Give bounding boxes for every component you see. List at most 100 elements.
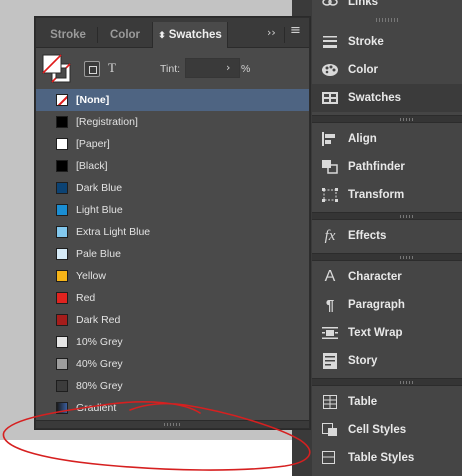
tab-reorder-icon: ⬍ bbox=[158, 30, 166, 40]
tint-input[interactable] bbox=[185, 58, 240, 78]
tab-label: Swatches bbox=[168, 29, 222, 41]
color-swatch-chip bbox=[56, 380, 68, 392]
dock-item-text-wrap[interactable]: Text Wrap bbox=[312, 319, 462, 347]
workspace-margin bbox=[0, 440, 310, 476]
swatch-name: [Registration] bbox=[76, 116, 138, 128]
swatch-name: 80% Grey bbox=[76, 380, 123, 392]
fill-stroke-icon bbox=[42, 54, 71, 83]
formatting-text-button[interactable]: T bbox=[108, 60, 116, 76]
transform-icon bbox=[312, 188, 348, 202]
swatch-row[interactable]: 80% Grey bbox=[36, 375, 309, 397]
dock-item-links[interactable]: Links bbox=[312, 0, 462, 16]
tab-color[interactable]: Color bbox=[98, 22, 152, 48]
swatch-row[interactable]: 40% Grey bbox=[36, 353, 309, 375]
panel-menu-icon[interactable]: ≡ bbox=[290, 23, 301, 38]
dock-item-label: Swatches bbox=[348, 92, 402, 104]
color-swatch-chip bbox=[56, 226, 68, 238]
dock-item-cell-styles[interactable]: Cell Styles bbox=[312, 416, 462, 444]
dock-item-label: Align bbox=[348, 133, 377, 145]
dock-item-character[interactable]: A Character bbox=[312, 263, 462, 291]
story-icon bbox=[312, 353, 348, 369]
text-wrap-icon bbox=[312, 326, 348, 340]
dock-item-pathfinder[interactable]: Pathfinder bbox=[312, 153, 462, 181]
dock-item-label: Table bbox=[348, 396, 378, 408]
tab-swatches[interactable]: ⬍ Swatches bbox=[152, 22, 228, 48]
swatch-name: Extra Light Blue bbox=[76, 226, 151, 238]
swatch-row[interactable]: [Registration] bbox=[36, 111, 309, 133]
swatch-row[interactable]: Red bbox=[36, 287, 309, 309]
dock-item-align[interactable]: Align bbox=[312, 125, 462, 153]
swatch-name: Gradient bbox=[76, 402, 117, 414]
dock-group-grip[interactable] bbox=[312, 253, 462, 261]
dock-item-stroke[interactable]: Stroke bbox=[312, 28, 462, 56]
ctrl-divider bbox=[284, 27, 285, 43]
swatch-name: 10% Grey bbox=[76, 336, 123, 348]
tint-dropdown-chevron-icon[interactable]: › bbox=[226, 61, 230, 74]
color-swatch-chip bbox=[56, 358, 68, 370]
swatch-name: [Paper] bbox=[76, 138, 110, 150]
align-icon bbox=[312, 132, 348, 146]
dock-item-swatches[interactable]: Swatches bbox=[312, 84, 462, 112]
fill-stroke-proxy[interactable] bbox=[42, 54, 72, 84]
dock-item-color[interactable]: Color bbox=[312, 56, 462, 84]
dock-item-effects[interactable]: fx Effects bbox=[312, 222, 462, 250]
dock-item-table-styles[interactable]: Table Styles bbox=[312, 444, 462, 472]
swatch-row[interactable]: Dark Blue bbox=[36, 177, 309, 199]
dock-group-grip[interactable] bbox=[312, 115, 462, 123]
swatches-toolbar: T Tint: › % bbox=[36, 49, 309, 89]
dock-item-table[interactable]: Table bbox=[312, 388, 462, 416]
links-icon bbox=[312, 0, 348, 8]
dock-item-label: Character bbox=[348, 271, 402, 283]
none-swatch-icon bbox=[56, 94, 68, 106]
dock-item-paragraph[interactable]: ¶ Paragraph bbox=[312, 291, 462, 319]
swatch-row[interactable]: 10% Grey bbox=[36, 331, 309, 353]
dock-item-label: Effects bbox=[348, 230, 387, 242]
dock-item-label: Stroke bbox=[348, 36, 384, 48]
dock-item-story[interactable]: Story bbox=[312, 347, 462, 375]
dock-item-label: Paragraph bbox=[348, 299, 405, 311]
color-swatch-chip bbox=[56, 160, 68, 172]
fx-icon: fx bbox=[324, 227, 336, 244]
dock-group-grip[interactable] bbox=[312, 212, 462, 220]
color-swatch-chip bbox=[56, 248, 68, 260]
dock-item-label: Color bbox=[348, 64, 379, 76]
tab-stroke[interactable]: Stroke bbox=[40, 22, 96, 48]
panel-tab-bar[interactable]: Stroke Color ⬍ Swatches ›› ≡ bbox=[36, 18, 309, 48]
dock-item-transform[interactable]: Transform bbox=[312, 181, 462, 209]
swatch-row[interactable]: [Black] bbox=[36, 155, 309, 177]
swatch-row[interactable]: Gradient bbox=[36, 397, 309, 419]
swatch-row[interactable]: Pale Blue bbox=[36, 243, 309, 265]
swatch-name: Red bbox=[76, 292, 96, 304]
swatch-row[interactable]: Light Blue bbox=[36, 199, 309, 221]
table-styles-icon bbox=[312, 451, 348, 465]
dock-item-label: Table Styles bbox=[348, 452, 415, 464]
table-icon bbox=[312, 395, 348, 409]
dock-group-grip[interactable] bbox=[312, 378, 462, 386]
swatch-row[interactable]: Extra Light Blue bbox=[36, 221, 309, 243]
swatch-row[interactable]: Yellow bbox=[36, 265, 309, 287]
paragraph-icon: ¶ bbox=[325, 296, 335, 314]
color-swatch-chip bbox=[56, 314, 68, 326]
color-swatch-chip bbox=[56, 270, 68, 282]
tint-unit: % bbox=[241, 63, 251, 75]
cell-styles-icon bbox=[312, 423, 348, 437]
color-swatch-chip bbox=[56, 138, 68, 150]
swatch-row[interactable]: Dark Red bbox=[36, 309, 309, 331]
swatch-row[interactable]: [Paper] bbox=[36, 133, 309, 155]
character-icon: A bbox=[324, 268, 336, 285]
collapse-panel-icon[interactable]: ›› bbox=[267, 26, 276, 39]
swatches-panel: Stroke Color ⬍ Swatches ›› ≡ T Tint: › % … bbox=[35, 17, 310, 429]
swatch-name: Dark Blue bbox=[76, 182, 123, 194]
swatch-name: Yellow bbox=[76, 270, 106, 282]
dock-item-label: Transform bbox=[348, 189, 405, 201]
gradient-swatch-icon bbox=[56, 402, 68, 414]
tint-label: Tint: bbox=[160, 63, 181, 75]
color-swatch-chip bbox=[56, 336, 68, 348]
dock-item-label: Story bbox=[348, 355, 378, 367]
panel-resize-grip[interactable] bbox=[36, 420, 309, 428]
dock-group-grip[interactable] bbox=[376, 18, 400, 22]
color-swatch-chip bbox=[56, 204, 68, 216]
dock-item-label: Links bbox=[348, 0, 379, 8]
swatch-row[interactable]: [None] bbox=[36, 89, 309, 111]
formatting-container-button[interactable] bbox=[84, 61, 100, 77]
